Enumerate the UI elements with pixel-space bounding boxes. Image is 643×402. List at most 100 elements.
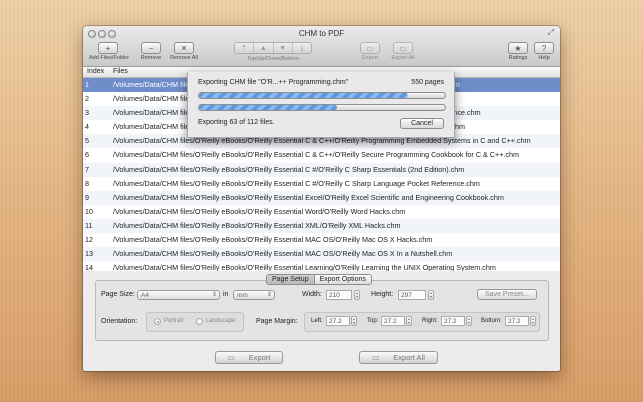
row-index: 3 [85, 108, 89, 118]
move-up-icon[interactable]: ▲ [254, 43, 274, 53]
window-title: CHM to PDF [298, 29, 345, 38]
row-file-path: /Volumes/Data/CHM files/O'Reilly eBooks/… [113, 220, 401, 230]
height-stepper[interactable]: ▴ ▾ [428, 290, 434, 300]
row-index: 4 [85, 122, 89, 132]
add-files-button[interactable]: + Add Files/Folder [89, 42, 130, 61]
table-row[interactable]: 8/Volumes/Data/CHM files/O'Reilly eBooks… [83, 177, 560, 191]
row-file-path: /Volumes/Data/CHM files/O'Reilly eBooks/… [113, 235, 433, 245]
table-row[interactable]: 6/Volumes/Data/CHM files/O'Reilly eBooks… [83, 148, 560, 162]
file-progress-bar [198, 92, 446, 99]
progress-message: Exporting CHM file "O'R...++ Programming… [198, 79, 349, 86]
row-index: 9 [85, 192, 89, 202]
row-file-path: /Volumes/Data/CHM files/O'Reilly eBooks/… [113, 249, 453, 259]
reorder-controls[interactable]: ⤒ ▲ ▼ ⤓ [234, 42, 312, 54]
export-all-icon: ▭ [372, 353, 380, 362]
landscape-label: Landscape [206, 318, 236, 324]
move-top-icon[interactable]: ⤒ [235, 43, 255, 53]
orientation-group: Portrait Landscape [146, 312, 244, 332]
page-size-value: A4 [141, 292, 149, 299]
row-index: 2 [85, 94, 89, 104]
unit-value: mm [237, 292, 248, 299]
margin-top-stepper[interactable]: ▴ ▾ [406, 316, 412, 326]
toolbar-export-button[interactable]: ▭ Export [357, 42, 383, 61]
page-size-select[interactable]: A4 ⇕ [137, 290, 220, 300]
table-row[interactable]: 14/Volumes/Data/CHM files/O'Reilly eBook… [83, 261, 560, 271]
margin-right-field[interactable]: 27.2 [441, 316, 465, 326]
row-index: 13 [85, 249, 93, 259]
remove-all-label: Remove All [170, 55, 198, 61]
width-stepper[interactable]: ▴ ▾ [354, 290, 360, 300]
portrait-label: Portrait [164, 318, 184, 324]
height-field[interactable]: 297 [398, 290, 426, 300]
row-file-path: /Volumes/Data/CHM files/O'Reilly eBooks/… [113, 206, 406, 216]
export-all-button-label: Export All [393, 353, 425, 362]
app-window: CHM to PDF ⤢ + Add Files/Folder − Remove… [83, 26, 560, 371]
row-file-path: /Volumes/Data/CHM files/O'Reilly eBooks/… [113, 164, 465, 174]
row-index: 7 [85, 164, 89, 174]
row-index: 10 [85, 206, 93, 216]
table-row[interactable]: 13/Volumes/Data/CHM files/O'Reilly eBook… [83, 247, 560, 262]
remove-all-button[interactable]: ✕ Remove All [168, 42, 200, 61]
remove-button[interactable]: − Remove [138, 42, 164, 61]
margin-top-label: Top: [367, 318, 379, 324]
file-progress-fill [199, 93, 409, 98]
row-index: 12 [85, 235, 93, 245]
margin-left-field[interactable]: 27.2 [326, 316, 350, 326]
help-button[interactable]: ? Help [533, 42, 555, 61]
tab-export-options[interactable]: Export Options [314, 275, 371, 284]
fullscreen-icon[interactable]: ⤢ [548, 28, 554, 38]
save-preset-button[interactable]: Save Preset... [477, 289, 537, 300]
move-bottom-icon[interactable]: ⤓ [293, 43, 311, 53]
portrait-radio[interactable] [154, 318, 161, 325]
add-files-label: Add Files/Folder [89, 55, 130, 61]
export-label: Export [362, 55, 378, 61]
ratings-label: Ratings [508, 55, 528, 61]
height-label: Height: [371, 291, 394, 298]
updown-chevron-icon: ⇕ [211, 292, 217, 298]
export-all-label: Export All [391, 55, 415, 61]
width-label: Width: [302, 291, 322, 298]
row-file-path: /Volumes/Data/CHM files/O'Reilly eBooks/… [113, 150, 519, 160]
total-progress-bar [198, 104, 446, 111]
width-field[interactable]: 210 [326, 290, 352, 300]
ratings-button[interactable]: ★ Ratings [505, 42, 531, 61]
landscape-radio[interactable] [196, 318, 203, 325]
progress-status: Exporting 63 of 112 files. [198, 119, 275, 126]
table-row[interactable]: 10/Volumes/Data/CHM files/O'Reilly eBook… [83, 205, 560, 219]
star-icon: ★ [508, 42, 528, 54]
table-row[interactable]: 12/Volumes/Data/CHM files/O'Reilly eBook… [83, 233, 560, 247]
table-row[interactable]: 9/Volumes/Data/CHM files/O'Reilly eBooks… [83, 190, 560, 205]
remove-label: Remove [140, 55, 162, 61]
export-button[interactable]: ▭ Export [215, 351, 283, 364]
export-icon: ▭ [360, 42, 380, 54]
page-size-label: Page Size: [101, 291, 135, 298]
unit-select[interactable]: mm ⇕ [233, 290, 275, 300]
margin-bottom-stepper[interactable]: ▴ ▾ [530, 316, 536, 326]
tab-page-setup[interactable]: Page Setup [267, 275, 315, 284]
cancel-button[interactable]: Cancel [400, 118, 444, 129]
x-icon: ✕ [174, 42, 194, 54]
margin-bottom-field[interactable]: 27.2 [505, 316, 529, 326]
margin-top-field[interactable]: 27.2 [381, 316, 405, 326]
export-all-icon: ▭ [393, 42, 413, 54]
progress-sheet: Exporting CHM file "O'R...++ Programming… [187, 72, 455, 138]
margin-left-stepper[interactable]: ▴ ▾ [351, 316, 357, 326]
toolbar-export-all-button[interactable]: ▭ Export All [388, 42, 418, 61]
export-all-button[interactable]: ▭ Export All [359, 351, 438, 364]
export-button-label: Export [248, 353, 271, 362]
help-label: Help [538, 55, 550, 61]
table-row[interactable]: 11/Volumes/Data/CHM files/O'Reilly eBook… [83, 218, 560, 234]
toolbar: CHM to PDF ⤢ + Add Files/Folder − Remove… [83, 26, 560, 67]
column-files[interactable]: Files [113, 67, 128, 77]
row-index: 1 [85, 80, 89, 89]
row-index: 14 [85, 263, 93, 271]
column-index[interactable]: Index [87, 67, 104, 77]
total-progress-fill [199, 105, 337, 110]
question-icon: ? [534, 42, 554, 54]
row-file-path: /Volumes/Data/CHM files/O'Reilly eBooks/… [113, 192, 504, 202]
move-down-icon[interactable]: ▼ [274, 43, 293, 53]
margin-right-stepper[interactable]: ▴ ▾ [466, 316, 472, 326]
row-file-path: /Volumes/Data/CHM files/O'Reilly eBooks/… [113, 263, 496, 271]
table-row[interactable]: 7/Volumes/Data/CHM files/O'Reilly eBooks… [83, 162, 560, 177]
margin-right-label: Right: [422, 318, 438, 324]
